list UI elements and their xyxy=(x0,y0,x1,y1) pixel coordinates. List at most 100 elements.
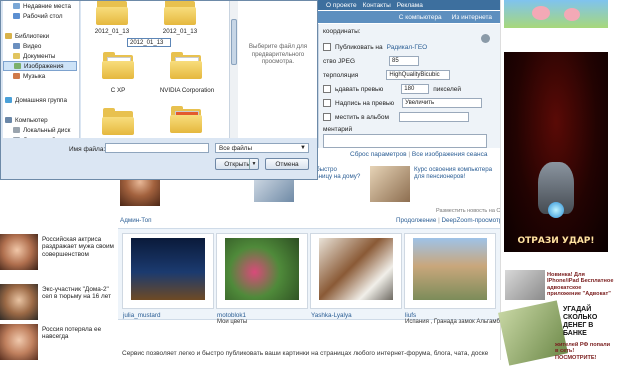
ad-thumb-computer-course[interactable] xyxy=(370,166,410,206)
folder-item[interactable] xyxy=(169,105,203,133)
photo-card[interactable]: Yashka-Lyalya xyxy=(310,233,402,319)
album-checkbox[interactable] xyxy=(323,113,331,121)
news-thumb[interactable] xyxy=(0,234,38,270)
photo-image[interactable] xyxy=(225,238,299,300)
folder-item[interactable] xyxy=(101,107,135,135)
pig-icon xyxy=(532,6,550,20)
sidebar-item-documents[interactable]: Документы xyxy=(3,51,55,61)
admin-top-label[interactable]: Админ-Топ xyxy=(120,217,152,224)
game-banner[interactable]: ОТРАЗИ УДАР! xyxy=(504,52,608,252)
preview-size-input[interactable]: 180 xyxy=(401,84,430,94)
photo-card[interactable]: julia_mustard xyxy=(122,233,214,319)
folder-label[interactable]: 2012_01_13 xyxy=(87,28,137,35)
album-select[interactable] xyxy=(398,112,469,122)
ads-footer[interactable]: Разместить новость на СМИ xyxy=(436,208,509,214)
rename-field[interactable]: 2012_01_13 xyxy=(127,38,171,47)
scrollbar-thumb[interactable] xyxy=(231,19,237,65)
comment-textarea[interactable] xyxy=(323,134,487,148)
file-list-scrollbar[interactable] xyxy=(229,1,238,138)
bank-ad-subtext[interactable]: жителей РФ попали в сеть! ПОСМОТРИТЕ! xyxy=(555,342,615,361)
sidebar-item-video[interactable]: Видео xyxy=(3,41,41,51)
preview-size-label: ьдавать превью xyxy=(335,85,384,93)
folder-item[interactable] xyxy=(169,51,203,79)
preview-size-row: ьдавать превью 180 пикселей xyxy=(323,84,461,94)
game-banner-cta[interactable]: ОТРАЗИ УДАР! xyxy=(504,236,608,246)
drive-icon xyxy=(13,137,20,138)
sidebar-item-pictures[interactable]: Изображения xyxy=(3,61,77,71)
news-text[interactable]: Россия потеряла ее навсегда xyxy=(42,326,116,341)
farm-game-banner[interactable] xyxy=(504,0,608,28)
news-thumb[interactable] xyxy=(0,324,38,360)
open-button[interactable]: Открыть ▼ xyxy=(215,158,259,170)
news-item[interactable]: Россия потеряла ее навсегда xyxy=(0,324,118,362)
photo-image[interactable] xyxy=(413,238,487,300)
folder-label[interactable]: NVIDIA Corporation xyxy=(157,87,217,94)
photo-user-link[interactable]: motoblok1 xyxy=(217,312,246,319)
bank-ad-thumb[interactable] xyxy=(505,270,545,300)
photo-user-link[interactable]: Yashka-Lyalya xyxy=(311,312,352,319)
cancel-button[interactable]: Отмена xyxy=(265,158,309,170)
desktop-icon xyxy=(13,13,20,19)
filetype-select[interactable]: Все файлы ▼ xyxy=(215,143,309,153)
chevron-down-icon[interactable]: ▼ xyxy=(300,144,306,153)
nav-link-ads[interactable]: Реклама xyxy=(397,2,423,9)
folder-label[interactable]: С XP xyxy=(93,87,143,94)
folder-item[interactable] xyxy=(101,51,135,79)
photo-user-link[interactable]: liufs xyxy=(405,312,416,319)
all-session-images-link[interactable]: Все изображения сеанса xyxy=(412,151,488,158)
nav-link-about[interactable]: О проекте xyxy=(326,2,357,9)
sidebar-item-homegroup[interactable]: Домашняя группа xyxy=(3,95,67,105)
open-split-arrow-icon[interactable]: ▼ xyxy=(249,159,258,169)
preview-size-checkbox[interactable] xyxy=(323,85,331,93)
deepzoom-link[interactable]: DeepZoom-просмотр xyxy=(441,217,502,224)
sidebar-item-desktop[interactable]: Рабочий стол xyxy=(3,11,63,21)
folder-item[interactable] xyxy=(163,1,197,25)
continue-link[interactable]: Продолжение xyxy=(396,217,436,224)
video-icon xyxy=(13,43,20,49)
tab-from-internet[interactable]: Из интернета xyxy=(452,14,492,21)
album-label: местить в альбом xyxy=(335,113,389,121)
admin-top-links: Продолжение | DeepZoom-просмотр xyxy=(396,217,503,224)
photo-image[interactable] xyxy=(131,238,205,300)
news-item[interactable]: Экс-участник "Дома-2" сел в тюрьму на 16… xyxy=(0,284,118,322)
tab-from-computer[interactable]: С компьютера xyxy=(399,14,442,21)
cancel-button-label: Отмена xyxy=(275,161,299,168)
publish-checkbox[interactable] xyxy=(323,43,331,51)
news-text[interactable]: Российская актриса раздражает мужа своим… xyxy=(42,236,116,258)
photo-card[interactable]: motoblok1 Мои цветы xyxy=(216,233,308,325)
caption-input[interactable]: Увеличить xyxy=(402,98,483,108)
bank-ad-overlay[interactable]: УГАДАЙ СКОЛЬКО ДЕНЕГ В БАНКЕ xyxy=(563,306,615,338)
interpolation-select[interactable]: HighQualityBicubic xyxy=(386,70,451,80)
photo-card[interactable]: liufs Испания , Гранада замок Альгамбра xyxy=(404,233,507,325)
sidebar-item-drive[interactable]: Локальный диск xyxy=(3,135,70,138)
bank-ad-headline[interactable]: Новинка! Для IPhone/iPad Бесплатное адво… xyxy=(547,272,615,298)
nav-link-contacts[interactable]: Контакты xyxy=(363,2,391,9)
news-thumb[interactable] xyxy=(0,284,38,320)
jpeg-quality-input[interactable]: 85 xyxy=(389,56,420,66)
photo-image[interactable] xyxy=(319,238,393,300)
photo-user-link[interactable]: julia_mustard xyxy=(123,312,160,319)
ad-text-computer-course[interactable]: Курс освоения компьютера для пенсионеров… xyxy=(414,166,494,180)
sidebar-item-computer[interactable]: Компьютер xyxy=(3,115,48,125)
caption-checkbox[interactable] xyxy=(323,99,331,107)
news-item[interactable]: Российская актриса раздражает мужа своим… xyxy=(0,234,118,272)
reset-params-link[interactable]: Сброс параметров xyxy=(350,151,407,158)
filename-input[interactable] xyxy=(105,143,209,153)
sidebar-item-drive[interactable]: Локальный диск xyxy=(3,125,70,135)
folder-label[interactable]: 2012_01_13 xyxy=(155,28,205,35)
coords-go-button[interactable] xyxy=(481,34,490,43)
site-top-nav: О проекте Контакты Реклама xyxy=(318,0,500,10)
sidebar-item-music[interactable]: Музыка xyxy=(3,71,45,81)
folder-item[interactable] xyxy=(95,1,129,25)
sidebar-item-libraries[interactable]: Библиотеки xyxy=(3,31,49,41)
service-description: Сервис позволяет легко и быстро публиков… xyxy=(122,350,489,357)
panel-links: Сброс параметров | Все изображения сеанс… xyxy=(350,151,488,158)
pig-icon xyxy=(564,8,580,21)
news-text[interactable]: Экс-участник "Дома-2" сел в тюрьму на 16… xyxy=(42,286,116,301)
radikal-geo-link[interactable]: Радикал-ГЕО xyxy=(387,44,428,51)
bank-ad[interactable]: Новинка! Для IPhone/iPad Бесплатное адво… xyxy=(498,270,615,366)
upload-source-tabs: С компьютера Из интернета xyxy=(318,11,500,23)
sidebar-item-label: Музыка xyxy=(23,72,46,80)
sidebar-item-label: Документы xyxy=(23,52,56,60)
sidebar-item-recent-places[interactable]: Недавние места xyxy=(3,1,71,11)
